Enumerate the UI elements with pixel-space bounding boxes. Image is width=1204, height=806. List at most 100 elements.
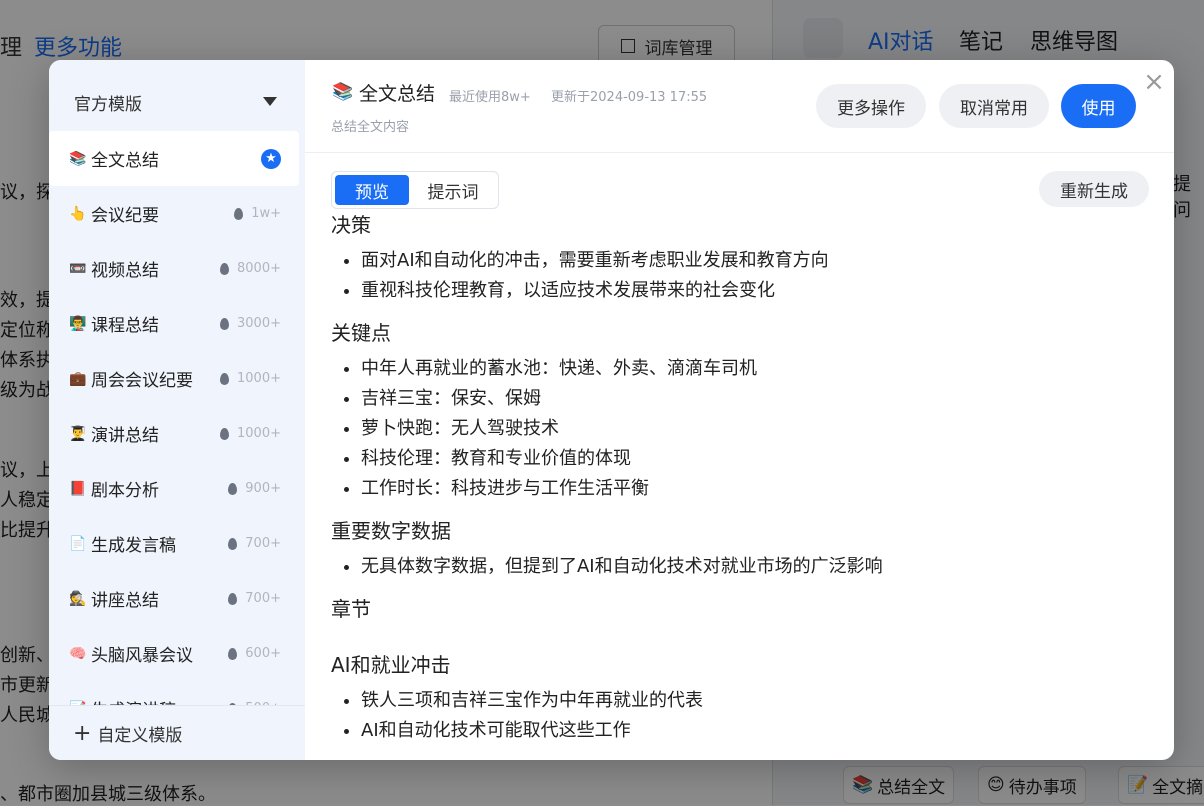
template-label: 全文总结: [91, 151, 159, 171]
regenerate-button[interactable]: 重新生成: [1039, 171, 1149, 207]
template-detail: 📚 全文总结 最近使用8w+ 更新于2024-09-13 17:55 总结全文内…: [305, 60, 1174, 760]
section-heading: AI和就业冲击: [331, 653, 451, 677]
template-item[interactable]: 🕵️ 讲座总结 700+: [49, 571, 305, 626]
flame-icon: [234, 207, 244, 220]
section-heading: 关键点: [331, 321, 391, 345]
updated-time: 更新于2024-09-13 17:55: [551, 90, 708, 105]
template-label: 生成发言稿: [91, 536, 176, 556]
usage-count: 700+: [228, 536, 281, 551]
flame-icon: [220, 427, 230, 440]
template-item[interactable]: 👨‍🎓 演讲总结 1000+: [49, 406, 305, 461]
unfavorite-button[interactable]: 取消常用: [939, 84, 1049, 128]
caret-down-icon[interactable]: [263, 97, 277, 106]
template-item[interactable]: 📄 生成发言稿 700+: [49, 516, 305, 571]
usage-count-text: 1000+: [237, 426, 281, 441]
view-toggle: 预览 提示词: [331, 171, 499, 209]
template-emoji-icon: 👨‍🏫: [69, 315, 87, 332]
section-list: 中年人再就业的蓄水池：快递、外卖、滴滴车司机吉祥三宝：保安、保姆萝卜快跑：无人驾…: [331, 354, 1151, 504]
template-label: 视频总结: [91, 261, 159, 281]
more-actions-button[interactable]: 更多操作: [816, 84, 926, 128]
list-item: 萝卜快跑：无人驾驶技术: [361, 414, 1151, 444]
flame-icon: [228, 537, 238, 550]
usage-count-text: 3000+: [237, 316, 281, 331]
usage-count-text: 8000+: [237, 261, 281, 276]
favorite-star-icon[interactable]: ★: [261, 148, 281, 169]
usage-count-text: 1000+: [237, 371, 281, 386]
usage-count: 900+: [228, 481, 281, 496]
tab-prompt[interactable]: 提示词: [418, 175, 488, 205]
flame-icon: [228, 482, 238, 495]
list-item: 重视科技伦理教育，以适应技术发展带来的社会变化: [361, 276, 1151, 306]
template-emoji-icon: 📼: [69, 260, 87, 277]
section-list: 无具体数字数据，但提到了AI和自动化技术对就业市场的广泛影响: [331, 552, 1151, 582]
template-item[interactable]: 💼 周会会议纪要 1000+: [49, 351, 305, 406]
template-modal: 官方模版 📚 全文总结 ★ 👆 会议纪要 1w+ 📼 视频总结 8000+ 👨‍🏫 课程总结 3000…: [49, 60, 1174, 760]
usage-count: 3000+: [220, 316, 281, 331]
usage-count: 1000+: [220, 371, 281, 386]
template-label: 头脑风暴会议: [91, 646, 193, 666]
usage-count: 8000+: [220, 261, 281, 276]
section-heading: 章节: [331, 597, 371, 621]
template-emoji-icon: 🕵️: [69, 590, 87, 607]
template-emoji-icon: 💼: [69, 370, 87, 387]
list-item: 工作时长：科技进步与工作生活平衡: [361, 474, 1151, 504]
template-category-select[interactable]: 官方模版: [74, 90, 142, 115]
flame-icon: [228, 592, 238, 605]
usage-count-text: 700+: [245, 536, 281, 551]
template-emoji-icon: 👨‍🎓: [69, 425, 87, 442]
flame-icon: [220, 262, 230, 275]
template-label: 演讲总结: [91, 426, 159, 446]
flame-icon: [228, 647, 238, 660]
detail-header: 📚 全文总结 最近使用8w+ 更新于2024-09-13 17:55 总结全文内…: [305, 60, 1174, 153]
template-label: 课程总结: [91, 316, 159, 336]
template-sidebar: 官方模版 📚 全文总结 ★ 👆 会议纪要 1w+ 📼 视频总结 8000+ 👨‍🏫 课程总结 3000…: [49, 60, 305, 760]
list-item: 吉祥三宝：保安、保姆: [361, 384, 1151, 414]
template-label: 讲座总结: [91, 591, 159, 611]
list-item: 科技伦理：教育和专业价值的体现: [361, 444, 1151, 474]
template-label: 剧本分析: [91, 481, 159, 501]
custom-template-button[interactable]: + 自定义模版: [49, 705, 305, 760]
section-list: 铁人三项和吉祥三宝作为中年再就业的代表AI和自动化技术可能取代这些工作: [331, 686, 1151, 746]
template-item[interactable]: 🧠 头脑风暴会议 600+: [49, 626, 305, 681]
list-item: AI和自动化技术可能取代这些工作: [361, 716, 1151, 746]
template-label: 会议纪要: [91, 206, 159, 226]
template-emoji-icon: 🧠: [69, 645, 87, 662]
template-item[interactable]: 👆 会议纪要 1w+: [49, 186, 305, 241]
usage-count-text: 900+: [245, 481, 281, 496]
list-item: 铁人三项和吉祥三宝作为中年再就业的代表: [361, 686, 1151, 716]
flame-icon: [220, 317, 230, 330]
template-item[interactable]: 👨‍🏫 课程总结 3000+: [49, 296, 305, 351]
usage-count: 1w+: [234, 206, 281, 221]
usage-count-text: 700+: [245, 591, 281, 606]
template-title: 全文总结: [359, 83, 436, 105]
preview-content: 决策面对AI和自动化的冲击，需要重新考虑职业发展和教育方向重视科技伦理教育，以适…: [331, 200, 1151, 760]
list-item: 面对AI和自动化的冲击，需要重新考虑职业发展和教育方向: [361, 246, 1151, 276]
template-emoji-icon: 📄: [69, 535, 87, 552]
section-heading: 决策: [331, 213, 371, 237]
custom-template-label: 自定义模版: [97, 725, 183, 746]
template-item[interactable]: 📼 视频总结 8000+: [49, 241, 305, 296]
use-button[interactable]: 使用: [1061, 84, 1136, 128]
list-item: 中年人再就业的蓄水池：快递、外卖、滴滴车司机: [361, 354, 1151, 384]
close-icon[interactable]: ×: [1142, 69, 1166, 95]
books-icon: 📚: [332, 82, 354, 102]
tab-preview[interactable]: 预览: [335, 175, 409, 205]
template-item[interactable]: 📚 全文总结 ★: [49, 131, 299, 186]
template-emoji-icon: 📕: [69, 480, 87, 497]
template-emoji-icon: 📚: [69, 150, 87, 167]
usage-count: 700+: [228, 591, 281, 606]
recent-use-count: 最近使用8w+: [449, 90, 531, 105]
plus-icon: +: [73, 720, 92, 746]
usage-count-text: 1w+: [251, 206, 281, 221]
template-description: 总结全文内容: [331, 120, 410, 135]
section-list: 面对AI和自动化的冲击，需要重新考虑职业发展和教育方向重视科技伦理教育，以适应技…: [331, 246, 1151, 306]
template-item[interactable]: 📝生成演讲稿500+: [49, 681, 305, 705]
section-heading: 重要数字数据: [331, 519, 451, 543]
template-item[interactable]: 📕 剧本分析 900+: [49, 461, 305, 516]
usage-count: 1000+: [220, 426, 281, 441]
template-label: 周会会议纪要: [91, 371, 193, 391]
usage-count-text: 600+: [245, 646, 281, 661]
template-label: 生成演讲稿: [91, 696, 176, 705]
template-emoji-icon: 👆: [69, 205, 87, 222]
flame-icon: [220, 372, 230, 385]
